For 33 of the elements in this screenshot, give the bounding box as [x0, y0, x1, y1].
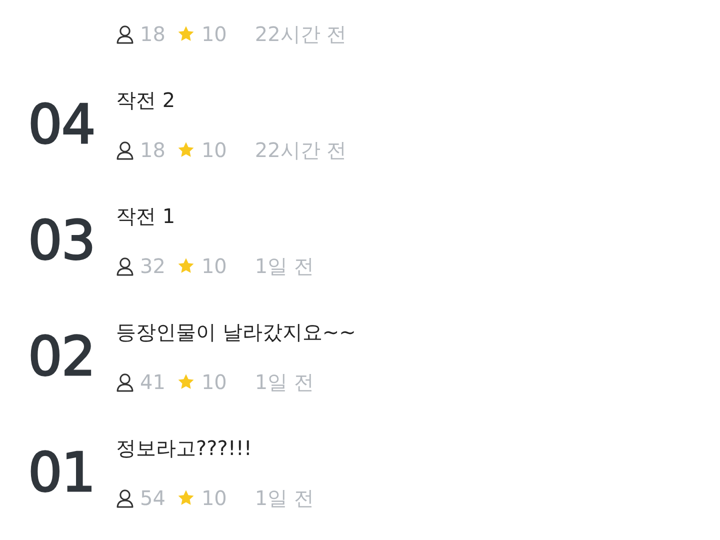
rating: 10: [201, 485, 227, 512]
star-icon: [177, 257, 196, 275]
star-icon: [177, 141, 196, 159]
view-count: 32: [140, 253, 166, 280]
person-icon: [116, 24, 134, 44]
rating: 10: [201, 137, 227, 164]
view-count: 18: [140, 21, 166, 48]
episode-number: 01: [28, 446, 96, 500]
episode-title[interactable]: 정보라고???!!!: [116, 432, 314, 464]
upload-time: 22시간 전: [254, 21, 347, 48]
person-icon: [116, 372, 134, 392]
rating: 10: [201, 253, 227, 280]
person-icon: [116, 140, 134, 160]
rating: 10: [201, 369, 227, 396]
star-icon: [177, 489, 196, 507]
episode-number: 02: [28, 330, 96, 384]
episode-number: 03: [28, 214, 96, 268]
upload-time: 1일 전: [254, 253, 314, 280]
upload-time: 22시간 전: [254, 137, 347, 164]
episode-title[interactable]: 작전 2: [116, 84, 347, 116]
rating: 10: [201, 21, 227, 48]
episode-title[interactable]: 등장인물이 날라갔지요~~: [116, 316, 356, 348]
view-count: 18: [140, 137, 166, 164]
person-icon: [116, 256, 134, 276]
upload-time: 1일 전: [254, 485, 314, 512]
episode-title[interactable]: 작전 1: [116, 200, 314, 232]
upload-time: 1일 전: [254, 369, 314, 396]
person-icon: [116, 488, 134, 508]
view-count: 41: [140, 369, 166, 396]
star-icon: [177, 373, 196, 391]
episode-number: 04: [28, 98, 96, 152]
star-icon: [177, 25, 196, 43]
view-count: 54: [140, 485, 166, 512]
